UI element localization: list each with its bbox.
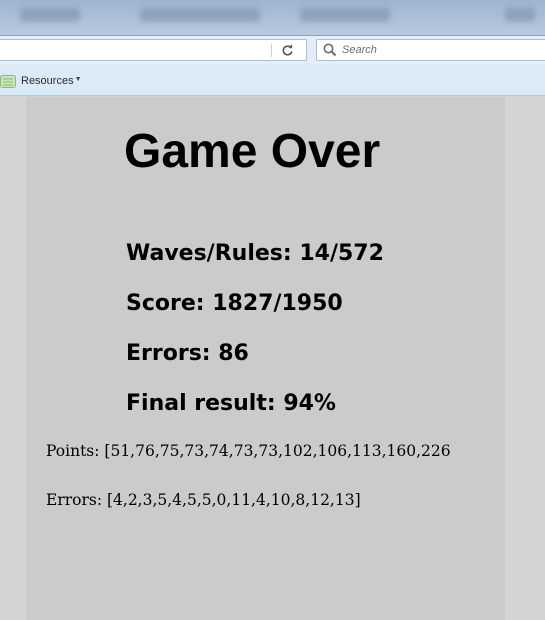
reload-button[interactable]: [277, 41, 297, 59]
reload-icon: [282, 43, 293, 55]
folder-icon: [0, 75, 16, 88]
search-placeholder: Search: [342, 44, 377, 56]
titlebar-blur: [300, 8, 390, 22]
game-over-panel: Game Over Waves/Rules: 14/572 Score: 182…: [26, 97, 505, 620]
page-title: Game Over: [124, 125, 381, 178]
titlebar-blur: [505, 8, 535, 22]
address-bar-divider: [271, 44, 272, 57]
bookmark-folder-resources[interactable]: Resources ▼: [0, 73, 82, 89]
navigation-bar: Search: [0, 36, 545, 64]
search-input[interactable]: Search: [316, 39, 545, 61]
bookmark-label: Resources: [21, 75, 74, 87]
errors-stat: Errors: 86: [126, 341, 249, 366]
address-bar[interactable]: [0, 39, 307, 61]
search-icon: [323, 43, 337, 57]
errors-list: Errors: [4,2,3,5,4,5,5,0,11,4,10,8,12,13…: [46, 491, 361, 509]
final-result-stat: Final result: 94%: [126, 391, 336, 416]
waves-rules-stat: Waves/Rules: 14/572: [126, 241, 384, 266]
bookmarks-bar: Resources ▼: [0, 64, 545, 96]
chevron-down-icon: ▼: [74, 75, 82, 83]
window-titlebar: [0, 0, 545, 36]
titlebar-blur: [20, 8, 80, 22]
points-list: Points: [51,76,75,73,74,73,73,102,106,11…: [46, 442, 451, 460]
score-stat: Score: 1827/1950: [126, 291, 343, 316]
titlebar-blur: [140, 8, 260, 22]
